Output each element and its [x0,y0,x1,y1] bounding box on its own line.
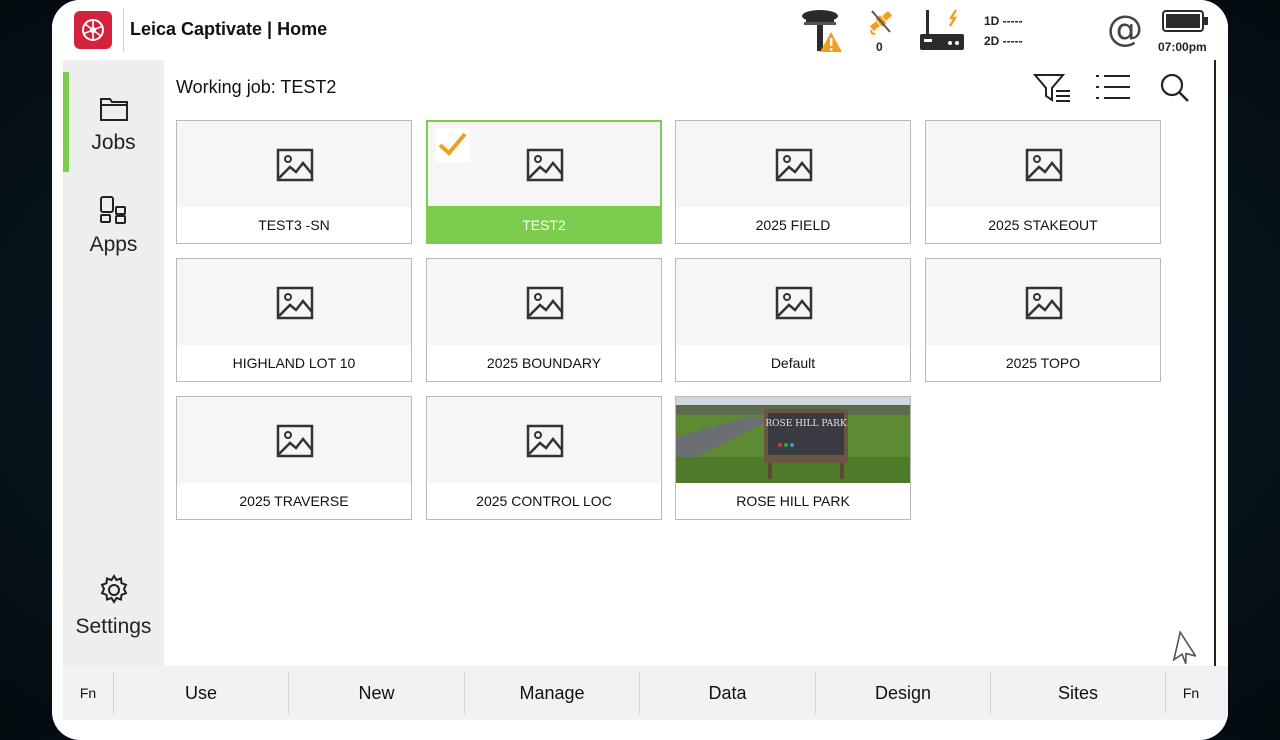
list-view-icon [1094,75,1134,108]
data-button[interactable]: Data [640,666,815,720]
job-tile[interactable]: HIGHLAND LOT 10 [176,258,412,382]
device-screen: Leica Captivate | Home 0 1D ----- 2D ---… [52,0,1228,740]
job-thumbnail [676,121,910,207]
job-name: 2025 STAKEOUT [988,217,1098,233]
left-nav: Jobs Apps Settings [63,60,164,666]
fn-left-button[interactable]: Fn [63,666,113,720]
job-thumbnail [926,121,1160,207]
job-tile[interactable]: 2025 CONTROL LOC [426,396,662,520]
job-name: HIGHLAND LOT 10 [232,355,356,371]
gear-icon [98,574,130,610]
use-button[interactable]: Use [114,666,288,720]
design-button[interactable]: Design [816,666,990,720]
image-placeholder-icon [775,286,813,320]
radio-modem-icon[interactable] [918,8,966,59]
job-thumbnail [177,397,411,483]
list-view-button[interactable] [1094,72,1134,102]
gnss-antenna-warning-icon[interactable] [800,6,844,59]
job-name: 2025 BOUNDARY [486,355,602,371]
job-thumbnail [428,122,660,206]
job-name: 2025 FIELD [755,217,831,233]
job-thumbnail [427,397,661,483]
satellite-count: 0 [876,40,883,54]
job-thumbnail [926,259,1160,345]
nav-item-apps[interactable]: Apps [63,196,164,257]
job-tile[interactable]: ROSE HILL PARK ROSE HILL PARK [675,396,911,520]
bottom-bar: Fn Use New Manage Data Design Sites Fn [63,666,1228,720]
image-placeholder-icon [526,148,564,182]
title-bar: Leica Captivate | Home 0 1D ----- 2D ---… [52,0,1228,60]
job-tile[interactable]: Default [675,258,911,382]
battery-icon[interactable] [1162,9,1210,40]
nav-item-jobs[interactable]: Jobs [63,94,164,155]
image-placeholder-icon [526,286,564,320]
nav-item-settings[interactable]: Settings [63,574,164,639]
working-job-label: Working job: TEST2 [176,77,337,97]
rose-hill-park-photo: ROSE HILL PARK [676,397,910,483]
job-name: ROSE HILL PARK [736,493,850,509]
job-tile[interactable]: TEST3 -SN [176,120,412,244]
title-separator [123,8,124,52]
park-sign-text: ROSE HILL PARK [765,419,846,429]
satellite-icon[interactable] [868,8,894,41]
job-tile[interactable]: 2025 TRAVERSE [176,396,412,520]
image-placeholder-icon [1025,286,1063,320]
nav-item-apps-label: Apps [89,233,138,256]
new-button[interactable]: New [289,666,464,720]
checkmark-icon [436,128,470,162]
search-icon [1158,73,1194,108]
job-thumbnail [177,121,411,207]
folder-icon [99,98,129,126]
job-tile[interactable]: 2025 TOPO [925,258,1161,382]
job-tile[interactable]: 2025 STAKEOUT [925,120,1161,244]
image-placeholder-icon [775,148,813,182]
baseline-2d: 2D ----- [984,34,1023,48]
image-placeholder-icon [526,424,564,458]
filter-icon [1032,74,1072,108]
job-name: TEST3 -SN [258,217,330,233]
job-tile[interactable]: 2025 BOUNDARY [426,258,662,382]
clock: 07:00pm [1158,40,1207,54]
internet-at-icon[interactable]: @ [1106,9,1144,53]
job-name: 2025 TOPO [1005,355,1081,371]
manage-button[interactable]: Manage [465,666,639,720]
job-name: TEST2 [428,206,660,244]
job-thumbnail [676,259,910,345]
job-thumbnail [177,259,411,345]
job-name: Default [770,355,816,371]
search-button[interactable] [1158,72,1198,102]
job-name: 2025 CONTROL LOC [476,493,612,509]
leica-logo-icon[interactable] [74,11,112,49]
image-placeholder-icon [276,286,314,320]
scrollbar[interactable] [1214,60,1216,686]
image-placeholder-icon [276,148,314,182]
baseline-1d: 1D ----- [984,14,1023,28]
job-thumbnail [427,259,661,345]
nav-item-jobs-label: Jobs [91,131,136,154]
fn-right-button[interactable]: Fn [1166,666,1216,720]
mouse-cursor-icon [1170,630,1198,671]
job-tile-selected[interactable]: TEST2 [426,120,662,244]
apps-icon [99,196,129,228]
sites-button[interactable]: Sites [991,666,1165,720]
job-tile[interactable]: 2025 FIELD [675,120,911,244]
svg-text:@: @ [1107,10,1143,48]
main-panel: Working job: TEST2 TEST3 -SN TEST2 2025 … [164,60,1216,666]
image-placeholder-icon [276,424,314,458]
nav-item-settings-label: Settings [75,615,152,638]
image-placeholder-icon [1025,148,1063,182]
filter-button[interactable] [1032,72,1072,102]
app-title: Leica Captivate | Home [130,19,328,39]
job-name: 2025 TRAVERSE [239,493,349,509]
job-photo: ROSE HILL PARK [676,397,910,483]
